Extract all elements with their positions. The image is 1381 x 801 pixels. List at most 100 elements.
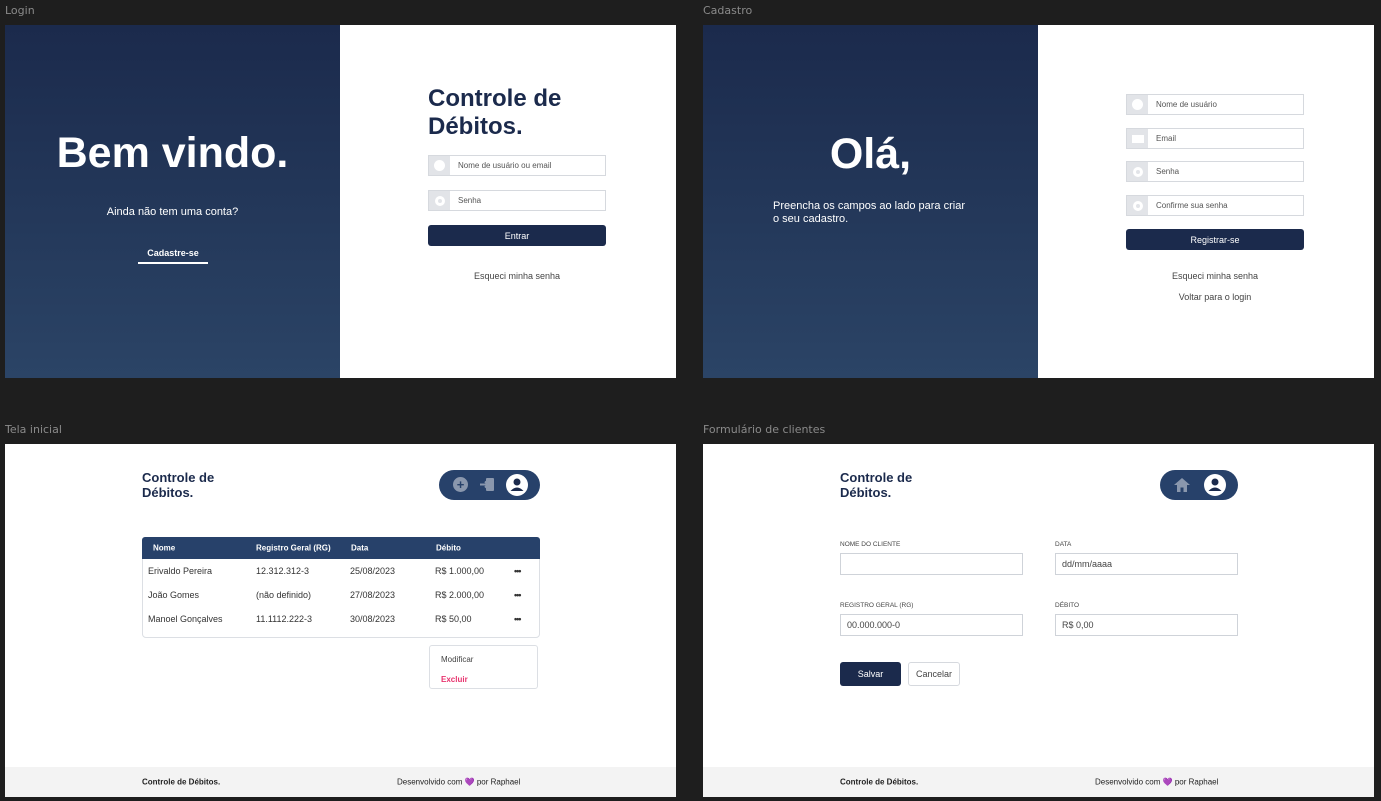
cell-nome: João Gomes	[148, 590, 200, 600]
heart-icon: 💜	[464, 777, 475, 787]
frame-label-cadastro: Cadastro	[703, 4, 753, 17]
username-placeholder: Nome de usuário	[1156, 100, 1217, 109]
footer-credit-prefix: Desenvolvido com	[397, 777, 463, 787]
client-form-frame: Controle de Débitos. NOME DO CLIENTE DAT…	[703, 444, 1374, 797]
login-welcome-panel: Bem vindo. Ainda não tem uma conta? Cada…	[5, 25, 340, 378]
login-frame: Bem vindo. Ainda não tem uma conta? Cada…	[5, 25, 676, 378]
save-button[interactable]: Salvar	[840, 662, 901, 686]
key-icon	[1127, 162, 1148, 181]
row-menu-icon[interactable]: •••	[514, 590, 522, 600]
envelope-icon	[1127, 129, 1148, 148]
footer: Controle de Débitos. Desenvolvido com 💜 …	[5, 767, 676, 797]
client-name-input[interactable]	[840, 553, 1023, 575]
table-row: Erivaldo Pereira 12.312.312-3 25/08/2023…	[142, 559, 540, 583]
confirm-password-field[interactable]: Confirme sua senha	[1126, 195, 1304, 216]
hello-heading: Olá,	[829, 130, 912, 178]
date-label: DATA	[1055, 541, 1072, 548]
col-data: Data	[351, 543, 369, 553]
debit-label: DÉBITO	[1055, 602, 1080, 609]
username-field[interactable]: Nome de usuário	[1126, 94, 1304, 115]
email-field[interactable]: Email	[1126, 128, 1304, 149]
no-account-text: Ainda não tem uma conta?	[106, 206, 239, 218]
username-email-placeholder: Nome de usuário ou email	[458, 161, 552, 170]
frame-label-tela-inicial: Tela inicial	[5, 423, 62, 436]
table-row: João Gomes (não definido) 27/08/2023 R$ …	[142, 583, 540, 607]
password-placeholder: Senha	[458, 196, 482, 205]
logout-icon[interactable]	[479, 476, 496, 493]
plus-circle-icon[interactable]: +	[453, 477, 468, 492]
cadastro-form-panel: Nome de usuário Email Senha Confirme sua…	[1038, 25, 1374, 378]
home-action-bar: +	[439, 470, 540, 500]
home-title-line1: Controle de	[142, 470, 215, 485]
cell-rg: 11.1112.222-3	[256, 614, 313, 624]
cell-rg: 12.312.312-3	[256, 566, 310, 576]
cell-data: 27/08/2023	[350, 590, 396, 600]
register-button[interactable]: Registrar-se	[1126, 229, 1304, 250]
footer-credit: Desenvolvido com 💜 por Raphael	[1095, 778, 1218, 787]
form-action-bar	[1160, 470, 1238, 500]
footer-credit-suffix: por Raphael	[1174, 777, 1219, 787]
menu-delete[interactable]: Excluir	[441, 675, 468, 684]
form-title: Controle de Débitos.	[840, 470, 912, 500]
cell-data: 30/08/2023	[350, 614, 396, 624]
footer-credit: Desenvolvido com 💜 por Raphael	[397, 778, 520, 787]
cadastro-frame: Olá, Preencha os campos ao lado para cri…	[703, 25, 1374, 378]
form-title-line1: Controle de	[840, 470, 913, 485]
home-title: Controle de Débitos.	[142, 470, 214, 500]
cell-data: 25/08/2023	[350, 566, 396, 576]
cell-debito: R$ 2.000,00	[435, 590, 485, 600]
rg-input[interactable]: 00.000.000-0	[840, 614, 1023, 636]
footer-credit-suffix: por Raphael	[476, 777, 521, 787]
cell-debito: R$ 50,00	[435, 614, 472, 624]
app-title-line2: Débitos.	[428, 113, 523, 140]
cell-rg: (não definido)	[256, 590, 312, 600]
login-button[interactable]: Entrar	[428, 225, 606, 246]
form-title-line2: Débitos.	[840, 485, 892, 500]
email-placeholder: Email	[1156, 134, 1177, 143]
table-row: Manoel Gonçalves 11.1112.222-3 30/08/202…	[142, 607, 540, 631]
signup-link[interactable]: Cadastre-se	[138, 248, 208, 264]
frame-label-formulario: Formulário de clientes	[703, 423, 826, 436]
cancel-button[interactable]: Cancelar	[908, 662, 960, 686]
login-form-panel: Controle de Débitos. Nome de usuário ou …	[340, 25, 676, 378]
row-menu-icon[interactable]: •••	[514, 614, 522, 624]
cell-nome: Erivaldo Pereira	[148, 566, 213, 576]
row-menu-icon[interactable]: •••	[514, 566, 522, 576]
key-icon	[429, 191, 450, 210]
forgot-password-link[interactable]: Esqueci minha senha	[428, 271, 606, 281]
footer: Controle de Débitos. Desenvolvido com 💜 …	[703, 767, 1374, 797]
confirm-password-placeholder: Confirme sua senha	[1156, 201, 1228, 210]
back-to-login-link[interactable]: Voltar para o login	[1126, 292, 1304, 302]
password-field[interactable]: Senha	[1126, 161, 1304, 182]
instructions-line2: o seu cadastro.	[773, 213, 849, 225]
col-nome: Nome	[153, 543, 176, 553]
frame-label-login: Login	[5, 4, 35, 17]
profile-icon[interactable]	[506, 474, 528, 496]
home-title-line2: Débitos.	[142, 485, 194, 500]
instructions-text: Preencha os campos ao lado para criar o …	[773, 200, 965, 226]
user-icon	[429, 156, 450, 175]
debit-input[interactable]: R$ 0,00	[1055, 614, 1238, 636]
menu-modify[interactable]: Modificar	[441, 655, 473, 664]
profile-icon[interactable]	[1204, 474, 1226, 496]
heart-icon: 💜	[1162, 777, 1173, 787]
col-debito: Débito	[436, 543, 461, 553]
welcome-heading: Bem vindo.	[56, 129, 289, 177]
key-icon	[1127, 196, 1148, 215]
col-rg: Registro Geral (RG)	[256, 543, 331, 553]
user-icon	[1127, 95, 1148, 114]
forgot-password-link[interactable]: Esqueci minha senha	[1126, 271, 1304, 281]
password-placeholder: Senha	[1156, 167, 1180, 176]
row-context-menu: Modificar Excluir	[429, 645, 538, 689]
home-frame: Controle de Débitos. + Nome Registro Ger…	[5, 444, 676, 797]
date-input[interactable]: dd/mm/aaaa	[1055, 553, 1238, 575]
client-name-label: NOME DO CLIENTE	[840, 541, 901, 548]
table-header: Nome Registro Geral (RG) Data Débito	[142, 537, 540, 559]
password-field[interactable]: Senha	[428, 190, 606, 211]
cell-nome: Manoel Gonçalves	[148, 614, 223, 624]
username-email-field[interactable]: Nome de usuário ou email	[428, 155, 606, 176]
footer-credit-prefix: Desenvolvido com	[1095, 777, 1161, 787]
cell-debito: R$ 1.000,00	[435, 566, 485, 576]
cadastro-hello-panel: Olá, Preencha os campos ao lado para cri…	[703, 25, 1038, 378]
home-icon[interactable]	[1172, 476, 1192, 494]
